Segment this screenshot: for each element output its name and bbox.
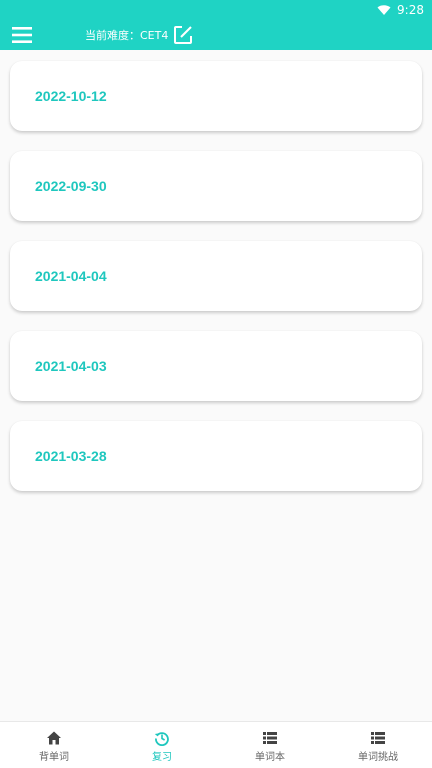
app-bar: 当前难度：CET4 [0,20,432,50]
review-date-card[interactable]: 2021-04-03 [10,331,422,401]
wifi-icon [377,5,391,15]
nav-label: 复习 [152,751,172,763]
difficulty-indicator: 当前难度：CET4 [85,20,194,50]
history-icon [154,731,169,746]
review-date-card[interactable]: 2021-04-04 [10,241,422,311]
review-date-card[interactable]: 2022-10-12 [10,61,422,131]
review-date-card[interactable]: 2021-03-28 [10,421,422,491]
status-bar: 9:28 [0,0,432,20]
review-date-card[interactable]: 2022-09-30 [10,151,422,221]
bottom-nav: 背单词 复习 单词本 单词挑战 [0,721,432,768]
review-date: 2021-04-04 [35,268,107,284]
list-icon [263,731,277,744]
list-icon [371,731,385,744]
nav-item-challenge[interactable]: 单词挑战 [324,722,432,768]
review-date-list: 2022-10-12 2022-09-30 2021-04-04 2021-04… [10,61,422,511]
menu-icon[interactable] [10,23,34,47]
nav-label: 背单词 [39,751,69,763]
review-date: 2021-03-28 [35,448,107,464]
edit-icon[interactable] [172,24,194,46]
nav-item-review[interactable]: 复习 [108,722,216,768]
home-icon [47,731,61,744]
review-date: 2021-04-03 [35,358,107,374]
difficulty-label: 当前难度：CET4 [85,29,169,42]
nav-item-wordbook[interactable]: 单词本 [216,722,324,768]
review-date: 2022-10-12 [35,88,107,104]
nav-item-memorize[interactable]: 背单词 [0,722,108,768]
nav-label: 单词挑战 [358,751,398,763]
status-time: 9:28 [397,3,424,17]
nav-label: 单词本 [255,751,285,763]
review-date: 2022-09-30 [35,178,107,194]
